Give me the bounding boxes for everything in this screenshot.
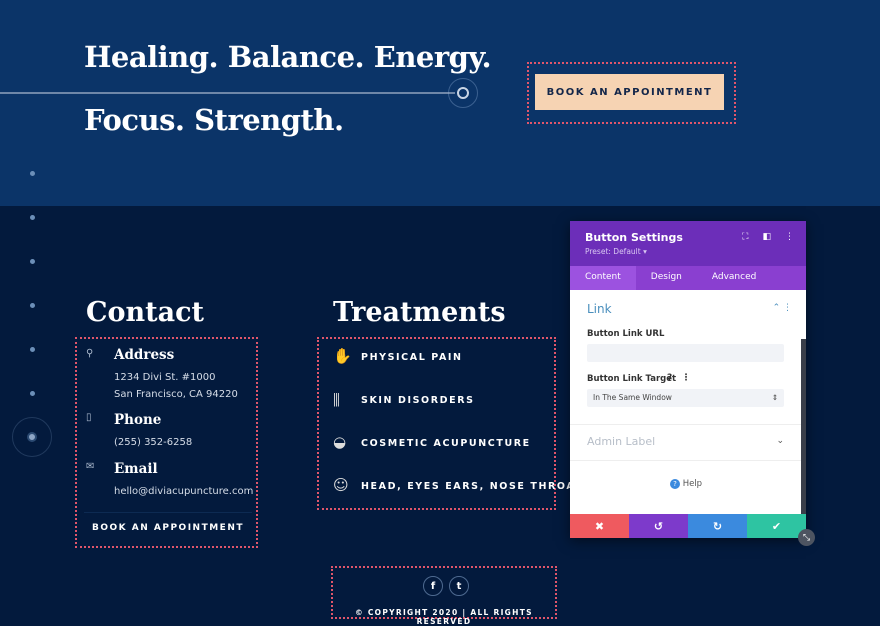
target-label: Button Link Target (587, 374, 677, 384)
hero-heading-2: Focus. Strength. (84, 103, 344, 137)
undo-button[interactable]: ↺ (629, 514, 688, 538)
twitter-icon[interactable]: t (449, 576, 469, 596)
head-icon: ☺ (333, 476, 349, 494)
address-line: 1234 Divi St. #1000 (114, 372, 216, 383)
address-line: San Francisco, CA 94220 (114, 389, 238, 400)
redo-button[interactable]: ↻ (688, 514, 747, 538)
select-arrows-icon: ⇕ (771, 393, 778, 402)
decor-dot (30, 391, 35, 396)
url-label: Button Link URL (587, 329, 665, 339)
contact-label: Address (114, 347, 175, 363)
panel-scrollbar[interactable] (801, 339, 806, 514)
help-text: Help (682, 479, 703, 489)
treatments-title: Treatments (333, 297, 506, 328)
target-icon-inner (457, 87, 469, 99)
phone-number: (255) 352-6258 (114, 437, 193, 448)
admin-label-section[interactable]: Admin Label (587, 435, 655, 448)
help-question-icon[interactable]: ? ⋮ (667, 373, 691, 383)
facebook-icon[interactable]: f (423, 576, 443, 596)
help-link[interactable]: ? Help (670, 479, 702, 489)
contact-book-button[interactable]: BOOK AN APPOINTMENT (84, 512, 252, 542)
decor-dot (30, 259, 35, 264)
mortar-icon: ◒ (333, 433, 347, 451)
panel-header: Button Settings Preset: Default ▾ ⛶ ◧ ⋮ (570, 221, 806, 266)
button-link-url-input[interactable] (587, 344, 784, 362)
select-value: In The Same Window (593, 393, 672, 402)
fullscreen-icon[interactable]: ⛶ (742, 232, 748, 242)
tab-advanced[interactable]: Advanced (697, 266, 771, 290)
hero-book-button[interactable]: BOOK AN APPOINTMENT (535, 74, 724, 110)
map-pin-icon: ⚲ (86, 348, 94, 359)
copyright: © COPYRIGHT 2020 | ALL RIGHTS RESERVED (355, 608, 533, 626)
decor-dot (30, 215, 35, 220)
treatment-item[interactable]: HEAD, EYES EARS, NOSE THROAT (361, 481, 583, 492)
decor-dot (30, 303, 35, 308)
save-button[interactable]: ✔ (747, 514, 806, 538)
treatment-item[interactable]: PHYSICAL PAIN (361, 352, 463, 363)
contact-title: Contact (86, 297, 205, 328)
section-link[interactable]: Link (587, 302, 612, 316)
chevron-down-icon[interactable]: ⌄ (776, 436, 784, 446)
resize-handle-icon[interactable]: ⤡ (798, 529, 815, 546)
tab-content[interactable]: Content (570, 266, 636, 290)
target-icon-inner (27, 432, 37, 442)
chevron-up-icon[interactable]: ⌃ ⋮ (773, 303, 792, 313)
cancel-button[interactable]: ✖ (570, 514, 629, 538)
phone-icon: ▯ (86, 412, 92, 423)
needles-icon: ⫼ (333, 391, 340, 409)
hand-icon: ✋ (333, 347, 352, 365)
email-icon: ✉ (86, 461, 95, 472)
contact-label: Email (114, 461, 158, 477)
treatment-item[interactable]: SKIN DISORDERS (361, 395, 475, 406)
preset-dropdown[interactable]: Preset: Default ▾ (585, 247, 791, 256)
layout-icon[interactable]: ◧ (762, 232, 771, 242)
button-settings-panel: Button Settings Preset: Default ▾ ⛶ ◧ ⋮ Co… (570, 221, 806, 538)
contact-label: Phone (114, 412, 162, 428)
more-icon[interactable]: ⋮ (785, 232, 794, 242)
treatment-item[interactable]: COSMETIC ACUPUNCTURE (361, 438, 531, 449)
divider-line (0, 92, 455, 94)
decor-dot (30, 171, 35, 176)
hero-heading-1: Healing. Balance. Energy. (84, 40, 492, 74)
email-address[interactable]: hello@diviacupuncture.com (114, 486, 253, 497)
decor-dot (30, 347, 35, 352)
tab-design[interactable]: Design (636, 266, 697, 290)
help-icon: ? (670, 479, 680, 489)
link-target-select[interactable]: In The Same Window ⇕ (587, 389, 784, 407)
